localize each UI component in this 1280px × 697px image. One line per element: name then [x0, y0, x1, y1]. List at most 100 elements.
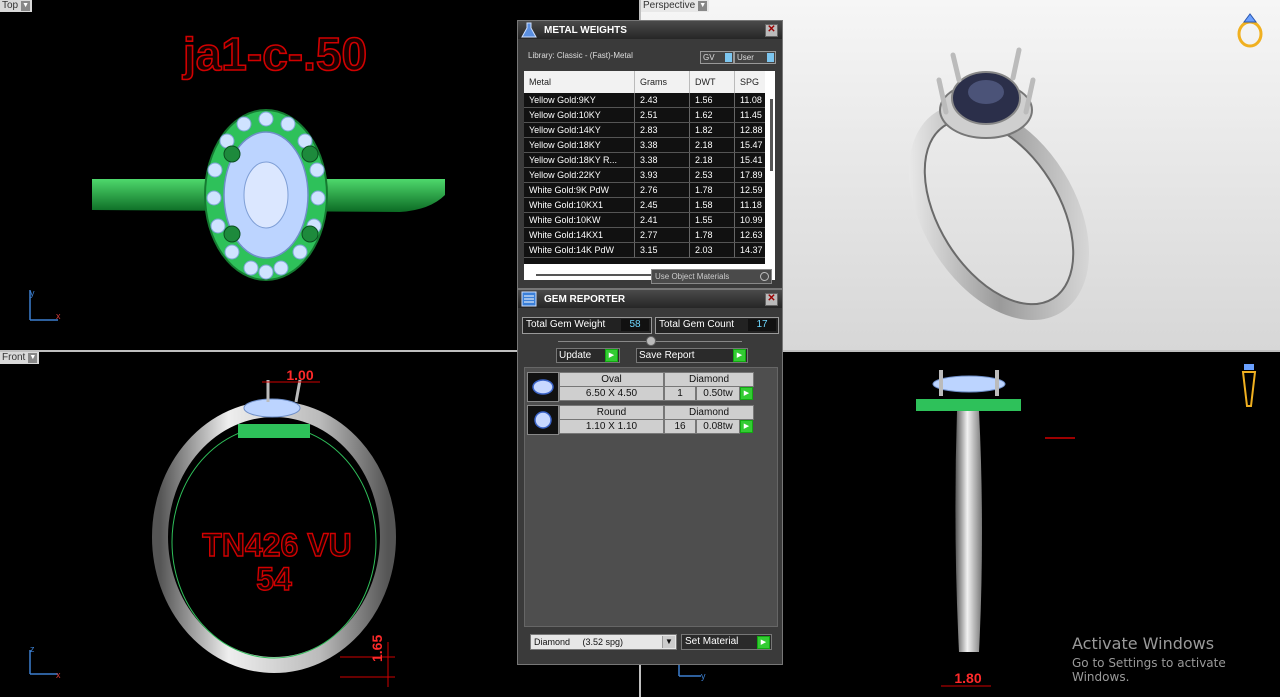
grams-cell: 2.43	[634, 93, 690, 108]
spg-cell: 14.37	[734, 242, 765, 258]
vertical-scrollbar[interactable]	[770, 99, 773, 171]
top-viewport[interactable]: Top ▼ ja1-c-.50 y x	[0, 0, 517, 350]
front-engraving-line2: 54	[256, 561, 292, 597]
table-row[interactable]: Yellow Gold:10KY 2.51 1.62 11.45	[524, 107, 765, 123]
dwt-cell: 2.18	[689, 137, 735, 153]
table-row[interactable]: White Gold:14KX1 2.77 1.78 12.63	[524, 227, 765, 243]
table-row[interactable]: Yellow Gold:18KY R... 3.38 2.18 15.41	[524, 152, 765, 168]
dwt-cell: 2.53	[689, 167, 735, 183]
play-icon: ▶	[733, 349, 746, 362]
gem-row[interactable]: Oval Diamond 6.50 X 4.50 1 0.50tw ▶	[527, 372, 756, 402]
gem-reporter-titlebar: GEM REPORTER ✕	[518, 290, 782, 308]
front-view-ring-drawing: 1.00 TN426 VU 54 1.65 z x	[29, 367, 396, 687]
grams-cell: 3.38	[634, 137, 690, 153]
spg-cell: 15.41	[734, 152, 765, 168]
table-row[interactable]: White Gold:9K PdW 2.76 1.78 12.59	[524, 182, 765, 198]
svg-text:x: x	[56, 670, 61, 680]
activate-windows-title: Activate Windows	[1072, 634, 1215, 653]
metal-name-cell: Yellow Gold:14KY	[524, 122, 635, 138]
table-row[interactable]: White Gold:10KX1 2.45 1.58 11.18	[524, 197, 765, 213]
gem-count: 16	[664, 419, 696, 434]
column-header[interactable]: Metal	[524, 71, 635, 93]
gem-thumbnail-icon	[527, 372, 559, 402]
metal-weights-titlebar: METAL WEIGHTS ✕	[518, 21, 782, 39]
spg-cell: 11.08	[734, 93, 765, 108]
right-dim-bottom: 1.80	[954, 670, 981, 686]
save-report-button[interactable]: Save Report ▶	[636, 348, 748, 363]
set-material-button-label: Set Material	[685, 636, 739, 647]
metal-table-container[interactable]: Metal Grams DWT SPG Yellow Gold:9KY 2.43 1…	[524, 71, 775, 280]
use-object-materials-label: Use Object Materials	[655, 272, 730, 281]
user-toggle-label: User	[737, 53, 754, 62]
update-button-label: Update	[559, 350, 592, 361]
chevron-down-icon: ▼	[662, 636, 675, 648]
gem-shape: Round	[559, 405, 664, 420]
update-button[interactable]: Update ▶	[556, 348, 620, 363]
svg-text:z: z	[30, 644, 35, 654]
table-row[interactable]: Yellow Gold:22KY 3.93 2.53 17.89	[524, 167, 765, 183]
set-material-button[interactable]: Set Material ▶	[681, 634, 772, 650]
metal-name-cell: Yellow Gold:22KY	[524, 167, 635, 183]
gem-row[interactable]: Round Diamond 1.10 X 1.10 16 0.08tw ▶	[527, 405, 756, 435]
dwt-cell: 1.78	[689, 182, 735, 198]
top-view-ring-drawing: ja1-c-.50 y x	[29, 27, 445, 321]
close-icon[interactable]: ✕	[765, 24, 778, 37]
metal-name-cell: Yellow Gold:10KY	[524, 107, 635, 123]
metal-name-cell: Yellow Gold:18KY	[524, 137, 635, 153]
spg-cell: 10.99	[734, 212, 765, 228]
dwt-cell: 2.18	[689, 152, 735, 168]
front-viewport[interactable]: Front ▼ 1.00 TN426 VU 54 1.65 z x	[0, 352, 517, 697]
total-gem-weight-value: 58	[621, 319, 649, 331]
gem-report-icon	[521, 291, 537, 307]
gem-weight: 0.50tw	[696, 386, 740, 401]
dwt-cell: 1.56	[689, 93, 735, 108]
grams-cell: 3.15	[634, 242, 690, 258]
svg-text:y: y	[30, 288, 35, 298]
close-icon[interactable]: ✕	[765, 293, 778, 306]
metal-name-cell: White Gold:9K PdW	[524, 182, 635, 198]
table-row[interactable]: White Gold:10KW 2.41 1.55 10.99	[524, 212, 765, 228]
spg-cell: 12.63	[734, 227, 765, 243]
grams-cell: 2.76	[634, 182, 690, 198]
gv-toggle[interactable]: GV	[700, 51, 734, 64]
dwt-cell: 1.62	[689, 107, 735, 123]
use-object-materials-toggle[interactable]: Use Object Materials	[651, 269, 772, 284]
material-select[interactable]: Diamond (3.52 spg) ▼	[530, 634, 677, 650]
info-icon	[725, 53, 732, 62]
dwt-cell: 1.55	[689, 212, 735, 228]
save-report-button-label: Save Report	[639, 350, 695, 361]
splitter-handle-icon[interactable]	[646, 336, 656, 346]
table-row[interactable]: Yellow Gold:18KY 3.38 2.18 15.47	[524, 137, 765, 153]
metal-name-cell: White Gold:10KX1	[524, 197, 635, 213]
spg-cell: 17.89	[734, 167, 765, 183]
total-gem-weight-label: Total Gem Weight	[526, 319, 606, 330]
gem-reporter-panel: GEM REPORTER ✕ Total Gem Weight 58 Total…	[517, 289, 783, 665]
library-label: Library: Classic - (Fast)-Metal	[528, 51, 633, 60]
gem-count: 1	[664, 386, 696, 401]
gem-weight: 0.08tw	[696, 419, 740, 434]
metal-name-cell: White Gold:14KX1	[524, 227, 635, 243]
column-header[interactable]: SPG	[734, 71, 765, 93]
grams-cell: 2.83	[634, 122, 690, 138]
table-row[interactable]: Yellow Gold:9KY 2.43 1.56 11.08	[524, 93, 765, 108]
table-row[interactable]: White Gold:14K PdW 3.15 2.03 14.37	[524, 242, 765, 258]
metal-name-cell: Yellow Gold:18KY R...	[524, 152, 635, 168]
column-header[interactable]: Grams	[634, 71, 690, 93]
total-gem-weight-field: Total Gem Weight 58	[522, 317, 652, 334]
grams-cell: 3.93	[634, 167, 690, 183]
front-dim-side: 1.65	[369, 635, 385, 662]
activate-windows-subtitle: Go to Settings to activate Windows.	[1072, 656, 1226, 684]
info-icon	[767, 53, 774, 62]
user-toggle[interactable]: User	[734, 51, 776, 64]
grams-cell: 2.51	[634, 107, 690, 123]
play-icon[interactable]: ▶	[740, 420, 753, 433]
pendant-icon	[1241, 364, 1257, 407]
radio-icon	[760, 272, 769, 281]
play-icon[interactable]: ▶	[740, 387, 753, 400]
metal-table-header: Metal Grams DWT SPG	[524, 71, 765, 93]
metal-weights-panel: METAL WEIGHTS ✕ Library: Classic - (Fast…	[517, 20, 783, 289]
table-row[interactable]: Yellow Gold:14KY 2.83 1.82 12.88	[524, 122, 765, 138]
dwt-cell: 1.82	[689, 122, 735, 138]
gem-size: 6.50 X 4.50	[559, 386, 664, 401]
column-header[interactable]: DWT	[689, 71, 735, 93]
